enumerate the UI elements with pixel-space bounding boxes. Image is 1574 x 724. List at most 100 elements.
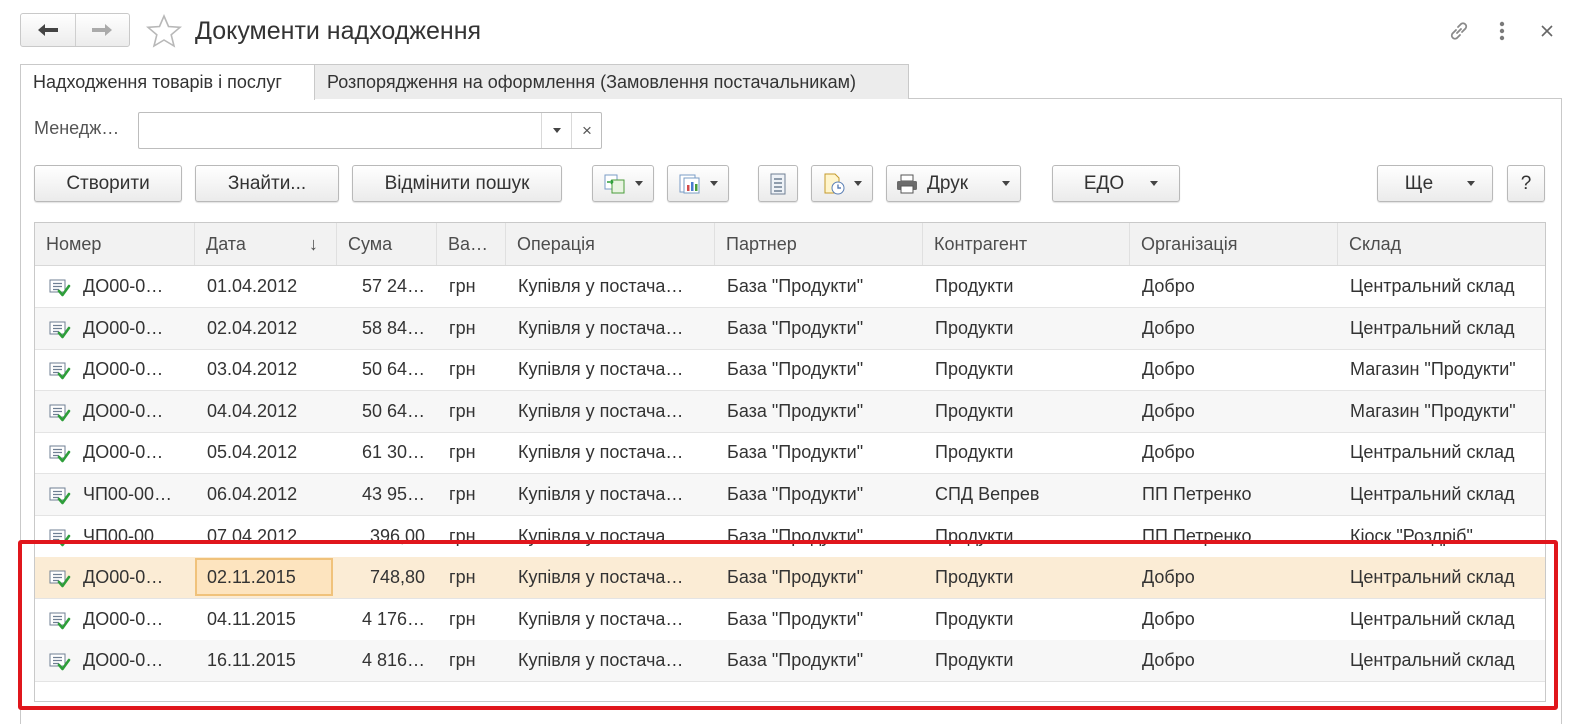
column-header-sum[interactable]: Сума xyxy=(337,223,437,265)
table-row[interactable]: ДО00-0… 05.04.2012 61 30… грн Купівля у пост… xyxy=(35,432,1545,475)
column-header-number[interactable]: Номер xyxy=(35,223,195,265)
tab-purchase-orders-directives[interactable]: Розпорядження на оформлення (Замовлення … xyxy=(314,64,909,99)
column-header-date[interactable]: Дата ↓ xyxy=(195,223,337,265)
edo-label: ЕДО xyxy=(1083,172,1125,194)
help-button[interactable]: ? xyxy=(1507,165,1545,202)
cell-date: 05.04.2012 xyxy=(207,442,298,463)
favorite-star-icon[interactable] xyxy=(145,13,183,53)
column-header-counterparty[interactable]: Контрагент xyxy=(923,223,1130,265)
cell-organization: Добро xyxy=(1142,317,1195,338)
cell-partner: База "Продукти" xyxy=(727,567,864,588)
create-button[interactable]: Створити xyxy=(34,165,182,202)
cell-partner: База "Продукти" xyxy=(727,317,864,338)
cell-organization: Добро xyxy=(1142,359,1195,380)
cell-number: ДО00-0… xyxy=(83,359,164,380)
table-row[interactable]: ЧП00-00… 06.04.2012 43 95… грн Купівля у пос… xyxy=(35,474,1545,516)
cell-date: 01.04.2012 xyxy=(207,276,298,296)
sort-descending-icon: ↓ xyxy=(309,234,318,254)
table-row[interactable]: ДО00-0… 03.04.2012 50 64… грн Купівля у пост… xyxy=(35,349,1545,392)
find-button[interactable]: Знайти... xyxy=(195,165,339,202)
cell-sum: 396,00 xyxy=(369,525,425,546)
table-row[interactable]: ЧП00-00… 07.04.2012 396,00 грн Купівля у пос… xyxy=(35,516,1545,558)
column-header-currency[interactable]: Ва… xyxy=(437,223,506,265)
cell-currency: грн xyxy=(449,525,476,546)
document-clock-icon xyxy=(824,173,845,194)
cell-sum: 58 84… xyxy=(361,317,425,338)
column-header-warehouse[interactable]: Склад xyxy=(1338,223,1545,265)
cell-organization: Добро xyxy=(1142,400,1195,421)
cell-counterparty: Продукти xyxy=(935,525,1014,546)
cell-date: 16.11.2015 xyxy=(207,650,296,671)
more-label: Ще xyxy=(1404,172,1434,194)
posted-document-icon xyxy=(49,653,71,671)
cell-warehouse: Магазин "Продукти" xyxy=(1350,359,1516,380)
manager-filter-field: × xyxy=(138,112,602,150)
clear-button[interactable]: × xyxy=(571,113,602,148)
cell-partner: База "Продукти" xyxy=(727,484,864,504)
cell-sum: 4 816… xyxy=(361,650,425,671)
table-row[interactable]: ДО00-0… 02.04.2012 58 84… грн Купівля у пост… xyxy=(35,307,1545,350)
manager-filter-input[interactable] xyxy=(139,113,543,150)
cell-currency: грн xyxy=(449,359,476,380)
cancel-search-button[interactable]: Відмінити пошук xyxy=(352,165,562,202)
cell-date: 04.04.2012 xyxy=(207,400,298,421)
reports-button[interactable] xyxy=(667,165,729,202)
cell-number: ДО00-0… xyxy=(83,400,164,421)
posted-document-icon xyxy=(49,321,71,338)
cell-date: 03.04.2012 xyxy=(207,359,298,380)
arrow-left-icon xyxy=(37,24,58,36)
table-row[interactable]: ДО00-0… 02.11.2015 748,80 грн Купівля у пост… xyxy=(35,557,1545,600)
print-button[interactable]: Друк xyxy=(886,165,1021,202)
cell-warehouse: Центральний склад xyxy=(1350,276,1515,296)
forward-button[interactable] xyxy=(74,14,130,46)
dropdown-button[interactable] xyxy=(541,113,572,148)
cell-number: ДО00-0… xyxy=(83,650,164,671)
more-vertical-icon[interactable] xyxy=(1490,14,1514,48)
link-icon[interactable] xyxy=(1442,14,1476,48)
cell-sum: 748,80 xyxy=(369,567,425,588)
edo-button[interactable]: ЕДО xyxy=(1052,165,1180,202)
cell-date: 06.04.2012 xyxy=(207,484,298,504)
cell-sum: 61 30… xyxy=(361,442,425,463)
chevron-down-icon xyxy=(635,181,643,186)
more-button[interactable]: Ще xyxy=(1377,165,1493,202)
table-row[interactable]: ДО00-0… 16.11.2015 4 816… грн Купівля у пост… xyxy=(35,640,1545,683)
posted-document-icon xyxy=(49,362,71,380)
cell-operation: Купівля у постача… xyxy=(518,608,684,629)
cell-counterparty: СПД Вепрев xyxy=(935,484,1040,504)
cell-number: ЧП00-00… xyxy=(83,484,172,504)
cell-number: ДО00-0… xyxy=(83,567,164,588)
cell-counterparty: Продукти xyxy=(935,359,1014,380)
cell-operation: Купівля у постача… xyxy=(518,317,684,338)
related-documents-button[interactable] xyxy=(811,165,873,202)
cell-operation: Купівля у постача… xyxy=(518,484,684,504)
cell-counterparty: Продукти xyxy=(935,608,1014,629)
tab-receipts-goods-services[interactable]: Надходження товарів і послуг xyxy=(20,64,315,100)
table-row[interactable]: ДО00-0… 04.11.2015 4 176… грн Купівля у пост… xyxy=(35,599,1545,641)
chevron-down-icon xyxy=(553,128,561,133)
table-header: Номер Дата ↓ Сума Ва… Операція Партнер К… xyxy=(35,223,1545,266)
structure-button[interactable] xyxy=(758,165,798,202)
cell-counterparty: Продукти xyxy=(935,567,1014,588)
posted-document-icon xyxy=(49,487,71,505)
chevron-down-icon xyxy=(854,181,862,186)
cell-currency: грн xyxy=(449,608,476,629)
column-header-organization[interactable]: Організація xyxy=(1130,223,1338,265)
cell-counterparty: Продукти xyxy=(935,400,1014,421)
table-row[interactable]: ДО00-0… 04.04.2012 50 64… грн Купівля у пост… xyxy=(35,390,1545,433)
posted-document-icon xyxy=(49,445,71,463)
create-based-on-button[interactable] xyxy=(592,165,654,202)
posted-document-icon xyxy=(49,404,71,422)
cell-partner: База "Продукти" xyxy=(727,650,864,671)
cell-partner: База "Продукти" xyxy=(727,359,864,380)
close-icon[interactable] xyxy=(1533,14,1561,48)
column-header-partner[interactable]: Партнер xyxy=(715,223,923,265)
back-button[interactable] xyxy=(21,14,75,46)
cell-operation: Купівля у постача… xyxy=(518,650,684,671)
column-header-operation[interactable]: Операція xyxy=(506,223,715,265)
cell-partner: База "Продукти" xyxy=(727,608,864,629)
cell-operation: Купівля у постача… xyxy=(518,442,684,463)
list-document-icon xyxy=(770,173,786,194)
cell-organization: Добро xyxy=(1142,567,1195,588)
table-row[interactable]: ДО00-0… 01.04.2012 57 24… грн Купівля у пост… xyxy=(35,266,1545,308)
